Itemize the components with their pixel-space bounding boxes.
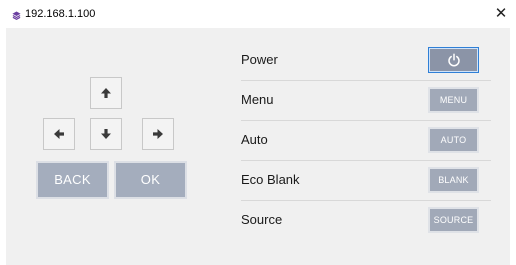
arrow-right-icon (153, 129, 163, 139)
menu-button[interactable]: MENU (428, 87, 479, 113)
divider (241, 80, 491, 81)
divider (241, 160, 491, 161)
close-button[interactable]: ✕ (490, 3, 512, 25)
divider (241, 200, 491, 201)
divider (241, 120, 491, 121)
power-icon (447, 53, 460, 67)
arrow-down-icon (101, 129, 111, 139)
ok-button[interactable]: OK (114, 161, 187, 199)
eco-blank-label: Eco Blank (241, 172, 300, 187)
source-button[interactable]: SOURCE (428, 207, 479, 233)
menu-label: Menu (241, 92, 274, 107)
left-button[interactable] (43, 118, 75, 150)
auto-label: Auto (241, 132, 268, 147)
remote-panel: BACK OK Power Menu MENU Auto AUTO Eco Bl… (6, 28, 510, 265)
power-label: Power (241, 52, 278, 67)
back-button[interactable]: BACK (36, 161, 109, 199)
title-bar: 192.168.1.100 ✕ (0, 0, 516, 28)
arrow-up-icon (101, 88, 111, 98)
down-button[interactable] (90, 118, 122, 150)
up-button[interactable] (90, 77, 122, 109)
window-title: 192.168.1.100 (25, 8, 96, 20)
arrow-left-icon (54, 129, 64, 139)
close-icon: ✕ (494, 5, 508, 22)
power-button[interactable] (428, 47, 479, 73)
blank-button[interactable]: BLANK (428, 167, 479, 193)
source-label: Source (241, 212, 283, 227)
right-button[interactable] (142, 118, 174, 150)
auto-button[interactable]: AUTO (428, 127, 479, 153)
stacked-layers-icon (12, 11, 21, 20)
